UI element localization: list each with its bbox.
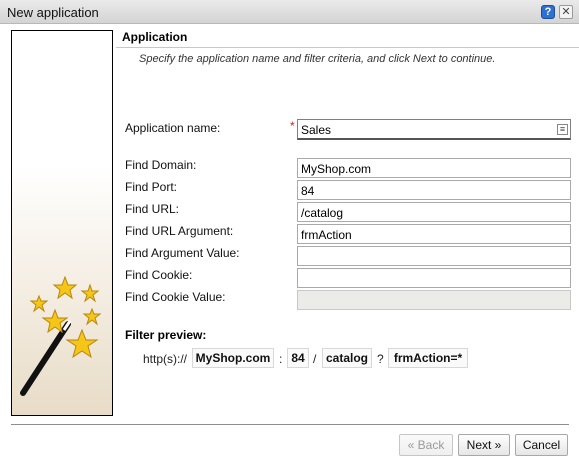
preview-port: 84 [287,348,309,368]
help-icon[interactable]: ? [541,5,555,19]
preview-domain: MyShop.com [192,348,274,368]
required-indicator: * [290,119,295,133]
back-button[interactable]: « Back [399,434,453,456]
find-url-input[interactable]: /catalog [297,202,571,222]
preview-query-separator: ? [377,352,384,366]
find-domain-input[interactable]: MyShop.com [297,158,571,178]
next-button[interactable]: Next » [458,434,510,456]
find-cookie-value-input [297,290,571,310]
close-icon[interactable]: ✕ [559,5,573,19]
header-divider [116,47,579,48]
cancel-button[interactable]: Cancel [515,434,568,456]
preview-scheme: http(s):// [143,352,188,366]
instruction-text: Specify the application name and filter … [139,53,496,65]
application-name-input[interactable]: Sales [297,119,571,140]
find-domain-label: Find Domain: [125,158,197,172]
preview-path: catalog [322,348,372,368]
find-cookie-label: Find Cookie: [125,268,193,282]
footer-divider [11,424,569,425]
field-lookup-icon[interactable]: ≡ [557,124,568,135]
find-url-argument-input[interactable]: frmAction [297,224,571,244]
preview-port-separator: : [279,352,283,366]
filter-preview-label: Filter preview: [125,328,207,342]
section-title: Application [122,30,188,44]
wizard-sidebar [11,30,113,416]
preview-query: frmAction=* [388,348,468,368]
magic-wand-stars-icon [20,275,102,396]
preview-path-separator: / [313,352,317,366]
find-argument-value-label: Find Argument Value: [125,246,240,260]
find-cookie-value-label: Find Cookie Value: [125,290,226,304]
dialog-title: New application [7,5,99,20]
find-cookie-input[interactable] [297,268,571,288]
find-port-label: Find Port: [125,180,178,194]
find-argument-value-input[interactable] [297,246,571,266]
application-name-label: Application name: [125,121,221,135]
find-url-label: Find URL: [125,202,180,216]
find-port-input[interactable]: 84 [297,180,571,200]
dialog-titlebar: New application ? ✕ [0,0,579,24]
find-url-argument-label: Find URL Argument: [125,224,234,238]
